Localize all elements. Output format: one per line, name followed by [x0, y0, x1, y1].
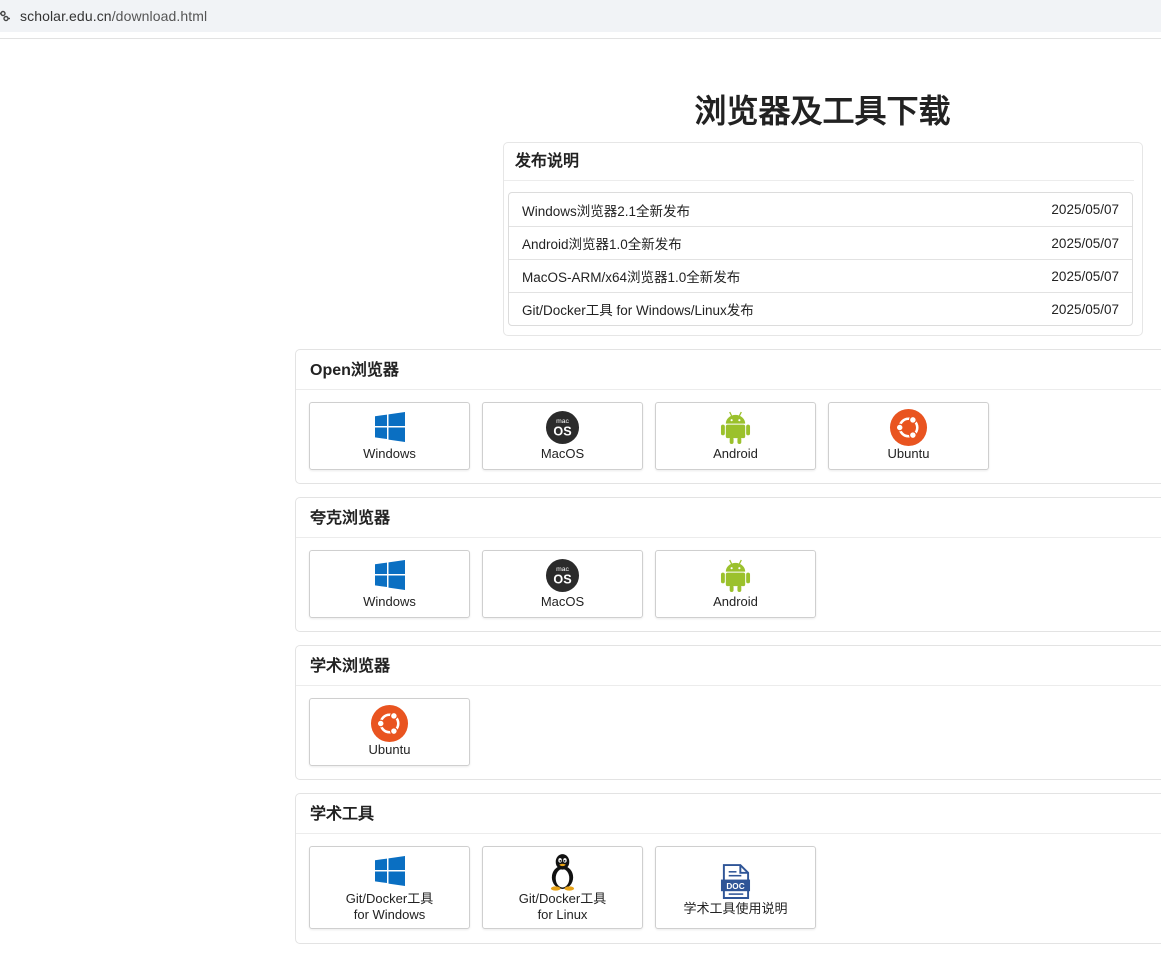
button-sublabel: for Linux: [537, 907, 588, 922]
release-title: Android浏览器1.0全新发布: [522, 237, 682, 252]
button-label: MacOS: [540, 594, 585, 609]
release-notes-panel: 发布说明 Windows浏览器2.1全新发布 2025/05/07 Android…: [503, 142, 1143, 336]
windows-icon: [374, 555, 406, 595]
release-date: 2025/05/07: [1051, 235, 1119, 251]
button-label: Ubuntu: [887, 446, 930, 461]
android-icon: [720, 407, 751, 447]
section-quark-browser: 夸克浏览器 Windows MacOS Android: [295, 497, 1161, 632]
button-label: 学术工具使用说明: [683, 901, 788, 916]
release-title: MacOS-ARM/x64浏览器1.0全新发布: [522, 270, 741, 285]
ubuntu-icon: [370, 703, 409, 743]
download-macos-button[interactable]: MacOS: [482, 550, 643, 618]
windows-icon: [374, 851, 406, 891]
download-ubuntu-button[interactable]: Ubuntu: [828, 402, 989, 470]
release-title: Windows浏览器2.1全新发布: [522, 203, 691, 219]
button-label: MacOS: [540, 446, 585, 461]
release-notes-list: Windows浏览器2.1全新发布 2025/05/07 Android浏览器1.…: [508, 192, 1133, 326]
list-item[interactable]: Android浏览器1.0全新发布 2025/05/07: [509, 226, 1132, 259]
download-windows-button[interactable]: Windows: [309, 402, 470, 470]
section-open-browser: Open浏览器 Windows MacOS Android Ubuntu: [295, 349, 1161, 484]
list-item[interactable]: Git/Docker工具 for Windows/Linux发布 2025/05/…: [509, 292, 1132, 325]
macos-icon: [545, 407, 580, 447]
ubuntu-icon: [889, 407, 928, 447]
list-item[interactable]: Windows浏览器2.1全新发布 2025/05/07: [509, 193, 1132, 226]
button-label: Android: [713, 594, 758, 609]
release-date: 2025/05/07: [1051, 268, 1119, 284]
section-heading: 夸克浏览器: [296, 498, 1161, 538]
list-item[interactable]: MacOS-ARM/x64浏览器1.0全新发布 2025/05/07: [509, 259, 1132, 292]
download-windows-button[interactable]: Windows: [309, 550, 470, 618]
button-label: Windows: [363, 446, 416, 461]
button-label: Ubuntu: [368, 742, 411, 757]
divider: [0, 38, 1161, 39]
url-path: /download.html: [111, 8, 208, 24]
release-title: Git/Docker工具 for Windows/Linux发布: [522, 303, 754, 318]
section-heading: 学术工具: [296, 794, 1161, 834]
download-android-button[interactable]: Android: [655, 402, 816, 470]
button-label: Android: [713, 446, 758, 461]
release-date: 2025/05/07: [1051, 202, 1119, 217]
section-academic-tools: 学术工具 Git/Docker工具 for Windows Git/Docker…: [295, 793, 1161, 944]
button-sublabel: for Windows: [353, 907, 426, 922]
android-icon: [720, 555, 751, 595]
release-notes-heading: 发布说明: [504, 143, 1134, 181]
windows-icon: [374, 407, 406, 447]
url-host: scholar.edu.cn: [20, 8, 112, 24]
address-bar[interactable]: scholar.edu.cn/download.html: [0, 0, 1161, 32]
macos-icon: [545, 555, 580, 595]
section-academic-browser: 学术浏览器 Ubuntu: [295, 645, 1161, 780]
release-date: 2025/05/07: [1051, 301, 1119, 317]
download-git-docker-windows-button[interactable]: Git/Docker工具 for Windows: [309, 846, 470, 929]
download-macos-button[interactable]: MacOS: [482, 402, 643, 470]
site-info-icon[interactable]: [0, 9, 10, 23]
download-git-docker-linux-button[interactable]: Git/Docker工具 for Linux: [482, 846, 643, 929]
page-title: 浏览器及工具下载: [694, 93, 951, 129]
linux-tux-icon: [547, 851, 578, 891]
url-text[interactable]: scholar.edu.cn/download.html: [20, 8, 207, 24]
button-label: Git/Docker工具: [518, 891, 607, 906]
button-label: Git/Docker工具: [345, 891, 434, 906]
button-label: Windows: [363, 594, 416, 609]
download-android-button[interactable]: Android: [655, 550, 816, 618]
doc-file-icon: [720, 861, 751, 901]
section-heading: Open浏览器: [296, 350, 1161, 390]
academic-tools-manual-button[interactable]: 学术工具使用说明: [655, 846, 816, 929]
download-ubuntu-button[interactable]: Ubuntu: [309, 698, 470, 766]
section-heading: 学术浏览器: [296, 646, 1161, 686]
